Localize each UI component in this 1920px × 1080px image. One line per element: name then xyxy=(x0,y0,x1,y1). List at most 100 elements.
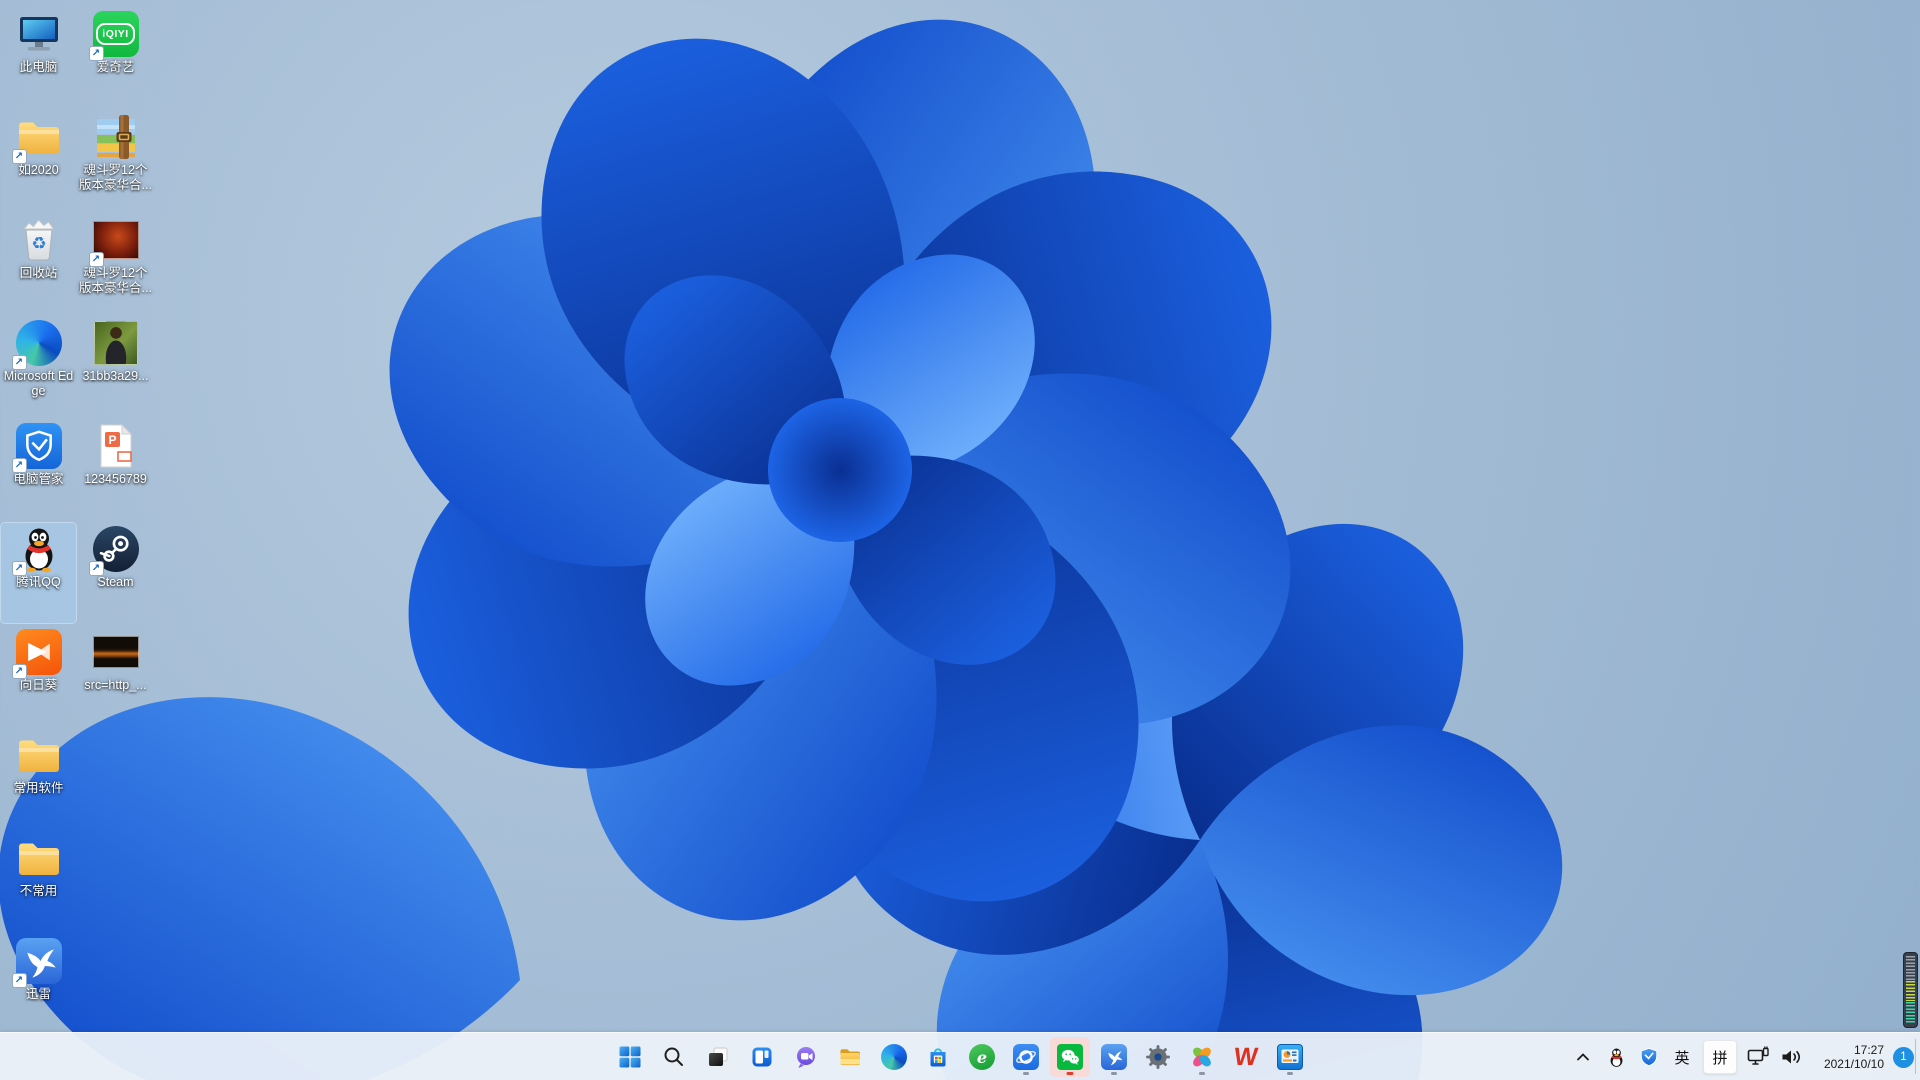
shortcut-arrow-icon: ↗ xyxy=(11,664,27,679)
xunlei-taskbar-button[interactable] xyxy=(1094,1037,1134,1077)
shortcut-arrow-icon: ↗ xyxy=(88,252,104,267)
desktop-icon-label: 魂斗罗12个版本豪华合... xyxy=(79,266,152,295)
ppt-file-icon: P xyxy=(92,422,140,470)
attention-indicator xyxy=(1066,1072,1074,1075)
desktop-icon-xunlei[interactable]: ↗ 迅雷 xyxy=(1,935,76,1035)
wechat-icon xyxy=(1057,1044,1083,1070)
image-thumbnail xyxy=(92,628,140,676)
desktop-icon-contra-archive[interactable]: 魂斗罗12个版本豪华合... xyxy=(78,111,153,211)
taskbar-center-group: e W xyxy=(610,1037,1310,1077)
clock-time: 17:27 xyxy=(1853,1043,1884,1057)
desktop-icon-photo-31bb3a29[interactable]: 31bb3a29... xyxy=(78,317,153,417)
browser-360-letter: e xyxy=(976,1047,988,1067)
qq-browser-icon xyxy=(1013,1044,1039,1070)
desktop-icon-tencent-qq[interactable]: ↗ 腾讯QQ xyxy=(0,522,77,624)
system-tray: 英 拼 17:27 2021/10/10 1 xyxy=(1571,1033,1914,1080)
pc-manager-icon: ↗ xyxy=(11,422,63,473)
desktop-icon-iqiyi[interactable]: iQIYI ↗ 爱奇艺 xyxy=(78,8,153,108)
volume-icon[interactable] xyxy=(1779,1042,1803,1072)
shield-icon xyxy=(1640,1047,1658,1067)
desktop-icon-label: src=http_... xyxy=(84,678,147,692)
monitor-stripes-gray xyxy=(1906,956,1915,980)
settings-button[interactable] xyxy=(1138,1037,1178,1077)
desktop-icon-microsoft-edge[interactable]: ↗ Microsoft Edge xyxy=(1,317,76,417)
petals-app-button[interactable] xyxy=(1182,1037,1222,1077)
desktop-icon-label: 腾讯QQ xyxy=(16,575,61,589)
desktop-icon-label: Steam xyxy=(97,575,134,589)
desktop-icon-src-http-image[interactable]: src=http_... xyxy=(78,626,153,726)
desktop-icon-pc-manager[interactable]: ↗ 电脑管家 xyxy=(1,420,76,520)
search-button[interactable] xyxy=(654,1037,694,1077)
shortcut-arrow-icon: ↗ xyxy=(11,458,27,473)
tray-hidden-icons-button[interactable] xyxy=(1571,1042,1595,1072)
notification-badge[interactable]: 1 xyxy=(1893,1046,1914,1068)
desktop-icon-label: 魂斗罗12个版本豪华合... xyxy=(79,163,152,192)
desktop-icon-label: 123456789 xyxy=(84,472,147,486)
widgets-button[interactable] xyxy=(742,1037,782,1077)
network-icon[interactable] xyxy=(1746,1042,1770,1072)
iqiyi-icon: iQIYI ↗ xyxy=(88,10,140,61)
edge-taskbar-button[interactable] xyxy=(874,1037,914,1077)
folder-icon: ↗ xyxy=(11,113,63,164)
chat-button[interactable] xyxy=(786,1037,826,1077)
shortcut-arrow-icon: ↗ xyxy=(11,561,27,576)
desktop-icon-this-pc[interactable]: 此电脑 xyxy=(1,8,76,108)
file-explorer-button[interactable] xyxy=(830,1037,870,1077)
steam-icon: ↗ xyxy=(88,525,140,576)
folder-icon xyxy=(15,731,63,779)
desktop-icon-folder-ru2020[interactable]: ↗ 如2020 xyxy=(1,111,76,211)
ime-mode-button[interactable]: 拼 xyxy=(1703,1040,1737,1074)
tray-pc-manager-icon[interactable] xyxy=(1637,1042,1661,1072)
system-monitor-icon xyxy=(1277,1044,1303,1070)
wechat-button[interactable] xyxy=(1050,1037,1090,1077)
ime-language-indicator[interactable]: 英 xyxy=(1670,1047,1694,1068)
iqiyi-wordmark: iQIYI xyxy=(96,23,135,45)
desktop-icon-label: 如2020 xyxy=(18,163,59,177)
sunflower-remote-icon: ↗ xyxy=(11,628,63,679)
qq-penguin-icon: ↗ xyxy=(11,525,63,576)
shortcut-arrow-icon: ↗ xyxy=(11,149,27,164)
photo-thumbnail xyxy=(92,319,140,367)
petals-app-icon xyxy=(1189,1044,1215,1070)
clock[interactable]: 17:27 2021/10/10 xyxy=(1812,1043,1884,1071)
desktop-icon-label: 不常用 xyxy=(19,884,58,898)
task-view-icon xyxy=(706,1045,730,1069)
desktop-icon-recycle-bin[interactable]: ♻ 回收站 xyxy=(1,214,76,314)
desktop-icon-label: 爱奇艺 xyxy=(96,60,135,74)
ime-mode-label: 拼 xyxy=(1712,1049,1728,1067)
desktop-icon-label: 电脑管家 xyxy=(13,472,64,486)
tray-qq-icon[interactable] xyxy=(1604,1042,1628,1072)
desktop-icon-folder-uncommon[interactable]: 不常用 xyxy=(1,832,76,932)
system-monitor-button[interactable] xyxy=(1270,1037,1310,1077)
gear-icon xyxy=(1145,1044,1171,1070)
chat-icon xyxy=(794,1045,818,1069)
start-button[interactable] xyxy=(610,1037,650,1077)
qq-browser-button[interactable] xyxy=(1006,1037,1046,1077)
desktop-icon-steam[interactable]: ↗ Steam xyxy=(78,523,153,623)
show-desktop-button[interactable] xyxy=(1915,1039,1920,1074)
desktop-icon-label: 回收站 xyxy=(19,266,58,280)
store-icon xyxy=(926,1045,950,1069)
desktop-icon-sunflower[interactable]: ↗ 向日葵 xyxy=(1,626,76,726)
desktop-icon-label: 向日葵 xyxy=(19,678,58,692)
desktop[interactable]: 此电脑 ↗ 如2020 ♻ 回收站 ↗ Microsoft Edge ↗ 电脑管… xyxy=(0,0,1920,1032)
desktop-icon-ppt-file[interactable]: P 123456789 xyxy=(78,420,153,520)
desktop-icon-contra-image[interactable]: ↗ 魂斗罗12个版本豪华合... xyxy=(78,214,153,314)
widgets-icon xyxy=(750,1045,774,1069)
notification-count: 1 xyxy=(1900,1051,1907,1063)
edge-icon: ↗ xyxy=(11,319,63,370)
recycle-bin-icon: ♻ xyxy=(15,216,63,264)
shortcut-arrow-icon: ↗ xyxy=(11,973,27,988)
microsoft-store-button[interactable] xyxy=(918,1037,958,1077)
search-icon xyxy=(662,1045,686,1069)
wps-office-button[interactable]: W xyxy=(1226,1037,1266,1077)
chevron-up-icon xyxy=(1577,1053,1589,1061)
shortcut-arrow-icon: ↗ xyxy=(88,46,104,61)
browser-360-button[interactable]: e xyxy=(962,1037,1002,1077)
floating-monitor-widget[interactable] xyxy=(1903,952,1918,1028)
xunlei-bird-icon: ↗ xyxy=(11,937,63,988)
task-view-button[interactable] xyxy=(698,1037,738,1077)
monitor-stripes-green xyxy=(1906,1002,1915,1024)
desktop-icon-folder-common[interactable]: 常用软件 xyxy=(1,729,76,829)
edge-icon xyxy=(881,1044,907,1070)
